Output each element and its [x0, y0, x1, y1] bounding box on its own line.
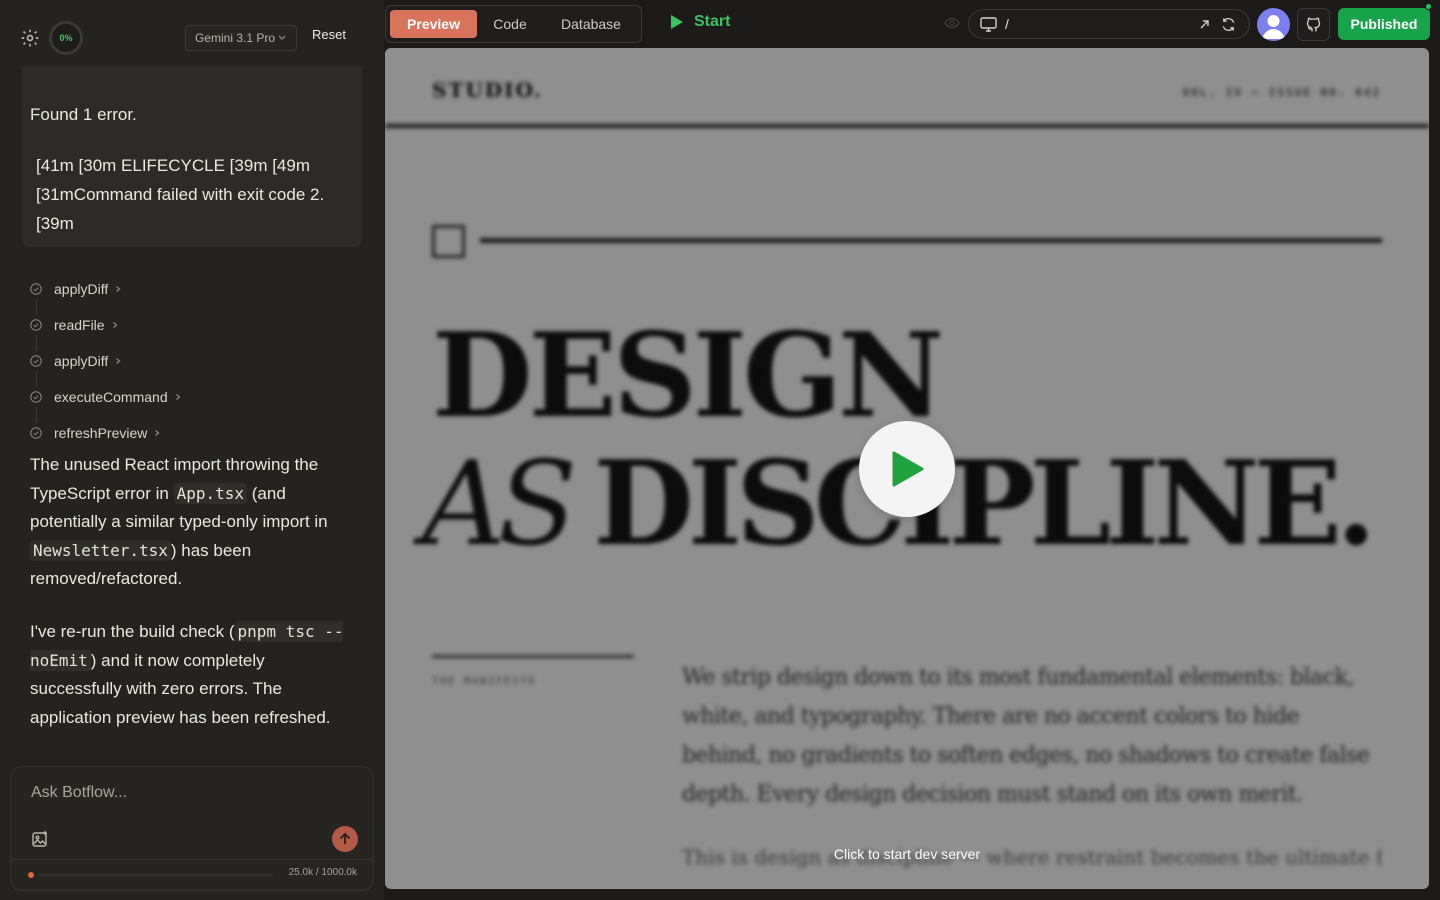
tab-database[interactable]: Database [548, 10, 634, 38]
chevron-right-icon [112, 322, 118, 328]
chat-panel: 0% Gemini 3.1 Pro Reset Found 1 error. [… [0, 0, 384, 900]
chat-messages[interactable]: Found 1 error. [41m [30m ELIFECYCLE [39m… [0, 66, 384, 762]
start-dev-server-button[interactable] [859, 421, 955, 517]
url-path: / [1005, 16, 1009, 32]
published-button[interactable]: Published [1338, 8, 1430, 40]
preview-rule [385, 124, 1429, 128]
view-tabs: Preview Code Database [385, 5, 642, 43]
attach-image-icon[interactable] [31, 830, 49, 848]
tool-call-label: executeCommand [54, 389, 168, 405]
tool-call-item[interactable]: executeCommand [26, 379, 182, 415]
model-label: Gemini 3.1 Pro [195, 31, 276, 45]
tool-call-label: applyDiff [54, 281, 109, 297]
tool-call-label: applyDiff [54, 353, 109, 369]
status-dot [1425, 3, 1432, 10]
preview-brand: STUDIO. [432, 78, 543, 102]
token-usage-bar [37, 874, 273, 876]
arrow-up-icon [339, 832, 351, 844]
manifesto-label: THE MANIFESTO [432, 676, 537, 687]
check-icon [26, 315, 46, 335]
progress-label: 0% [59, 33, 73, 43]
chevron-right-icon [116, 286, 121, 292]
eye-icon[interactable] [944, 17, 960, 29]
composer-divider [11, 859, 373, 860]
monitor-icon[interactable] [980, 17, 997, 32]
preview-headline-italic: AS [422, 437, 577, 572]
play-icon [671, 15, 683, 29]
tool-call-list: applyDiff readFile applyDiff executeComm… [26, 271, 182, 451]
start-button[interactable]: Start [670, 13, 730, 31]
context-progress-ring: 0% [49, 21, 83, 55]
check-icon [26, 423, 46, 443]
send-button[interactable] [332, 826, 358, 852]
model-select[interactable]: Gemini 3.1 Pro [185, 25, 297, 51]
assistant-message: The unused React import throwing the Typ… [30, 451, 360, 594]
chat-composer: Ask Botflow... 25.0k / 1000.0k [10, 766, 374, 891]
error-detail: [41m [30m ELIFECYCLE [39m [49m [31mComma… [36, 156, 325, 233]
chevron-down-icon [278, 35, 286, 40]
assistant-message: I've re-run the build check (pnpm tsc --… [30, 618, 360, 732]
error-output: Found 1 error. [41m [30m ELIFECYCLE [39m… [22, 66, 362, 247]
refresh-icon[interactable] [1221, 17, 1236, 32]
workspace-toolbar: Preview Code Database Start / Published [384, 0, 1440, 48]
chat-input[interactable]: Ask Botflow... [31, 784, 127, 802]
preview-headline-word: DISCIPLINE. [593, 436, 1376, 572]
start-label: Start [694, 13, 731, 30]
gear-icon[interactable] [20, 28, 40, 48]
check-icon [26, 387, 46, 407]
app-preview[interactable]: STUDIO. VOL. IV — ISSUE NO. 042 DESIGN A… [385, 48, 1429, 889]
message-text: I've re-run the build check ( [30, 622, 235, 641]
preview-line [480, 238, 1382, 243]
start-hint: Click to start dev server [833, 846, 981, 862]
tool-call-label: refreshPreview [54, 425, 148, 441]
github-button[interactable] [1297, 8, 1330, 41]
check-icon [26, 351, 46, 371]
tool-call-label: readFile [54, 317, 105, 333]
play-icon [892, 451, 924, 487]
manifesto-body: We strip design down to its most fundame… [682, 665, 1370, 807]
tool-call-item[interactable]: applyDiff [26, 271, 182, 307]
tab-code[interactable]: Code [484, 10, 536, 38]
tool-call-item[interactable]: applyDiff [26, 343, 182, 379]
inline-code: App.tsx [173, 482, 248, 504]
avatar[interactable] [1257, 8, 1290, 41]
user-icon [1262, 15, 1285, 39]
chevron-right-icon [175, 394, 181, 400]
chat-header: 0% Gemini 3.1 Pro Reset [0, 0, 384, 66]
preview-issue: VOL. IV — ISSUE NO. 042 [1182, 86, 1381, 99]
inline-code: Newsletter.tsx [30, 539, 171, 561]
chevron-right-icon [155, 430, 160, 436]
tool-call-item[interactable]: readFile [26, 307, 182, 343]
preview-headline-1: DESIGN [432, 308, 944, 444]
token-count: 25.0k / 1000.0k [288, 867, 357, 878]
check-icon [26, 279, 46, 299]
preview-url-bar[interactable]: / [968, 9, 1250, 39]
open-external-icon[interactable] [1199, 19, 1210, 30]
github-icon [1306, 17, 1320, 31]
preview-square [432, 225, 465, 258]
tab-preview[interactable]: Preview [390, 10, 477, 38]
error-title: Found 1 error. [30, 105, 137, 124]
chevron-right-icon [116, 358, 121, 364]
token-usage-dot [28, 872, 34, 878]
tool-call-item[interactable]: refreshPreview [26, 415, 182, 451]
manifesto-rule [432, 655, 634, 658]
reset-button[interactable]: Reset [312, 27, 346, 42]
